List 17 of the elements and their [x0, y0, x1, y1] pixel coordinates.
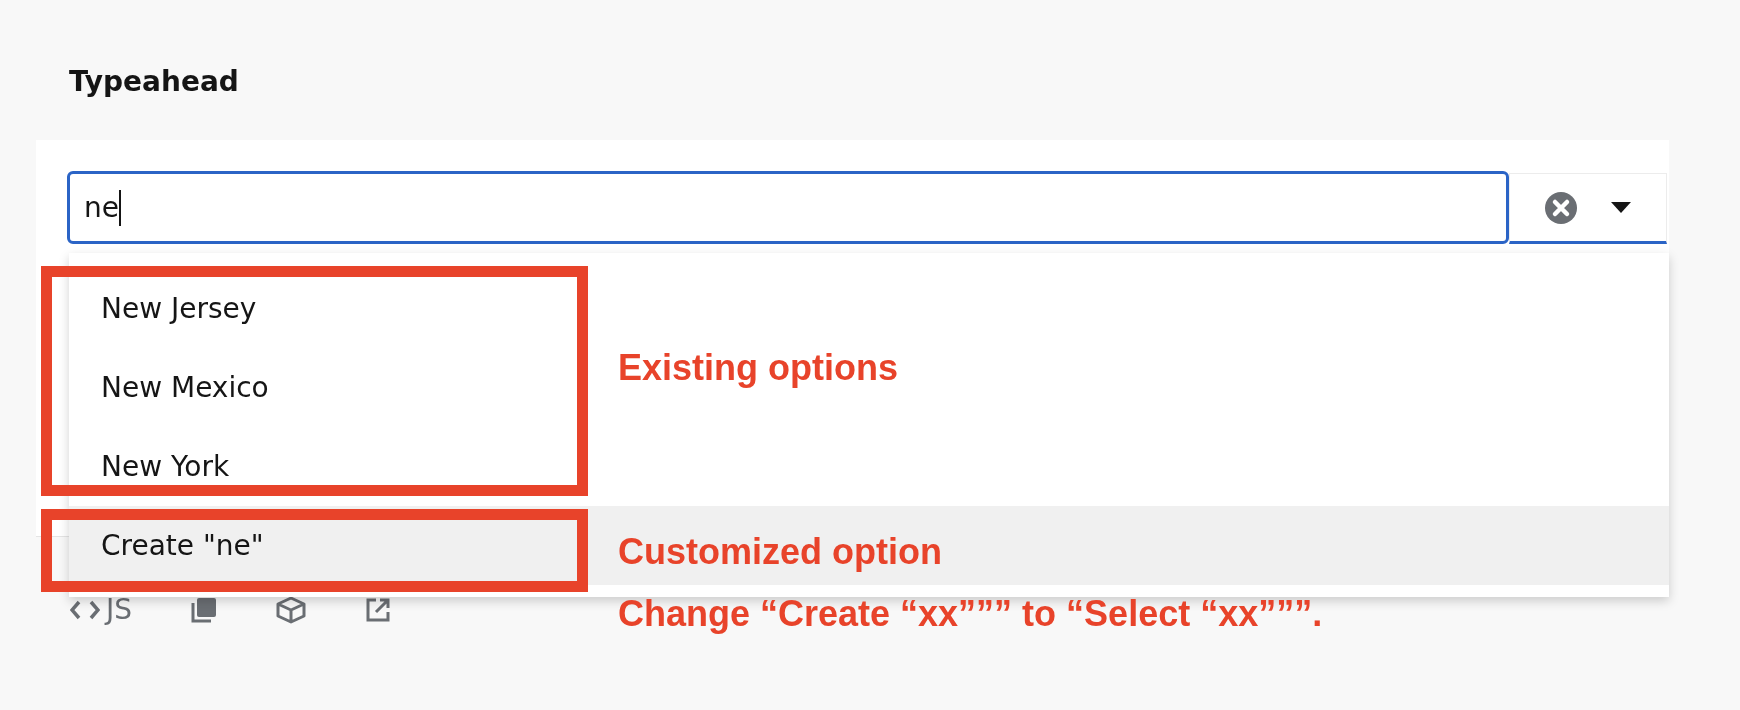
input-value: ne — [84, 191, 119, 224]
annotation-text: Customized option — [618, 530, 942, 574]
menu-option[interactable]: New Mexico — [101, 371, 269, 404]
annotation-text: Change “Create “xx””” to “Select “xx”””. — [618, 592, 1323, 636]
clear-icon[interactable] — [1544, 191, 1577, 224]
code-language-label[interactable]: JS — [106, 593, 133, 626]
section-title: Typeahead — [69, 64, 239, 100]
caret-icon — [1611, 202, 1632, 213]
cube-icon[interactable] — [276, 595, 307, 624]
typeahead-input[interactable]: ne — [67, 171, 1509, 244]
copy-icon[interactable] — [190, 595, 219, 624]
toggle-button[interactable] — [1509, 173, 1667, 244]
menu-option[interactable]: Create "ne" — [101, 529, 264, 562]
text-cursor — [119, 189, 121, 226]
annotation-text: Existing options — [618, 346, 898, 390]
menu-option[interactable]: New York — [101, 450, 230, 483]
menu-option[interactable]: New Jersey — [101, 292, 257, 325]
